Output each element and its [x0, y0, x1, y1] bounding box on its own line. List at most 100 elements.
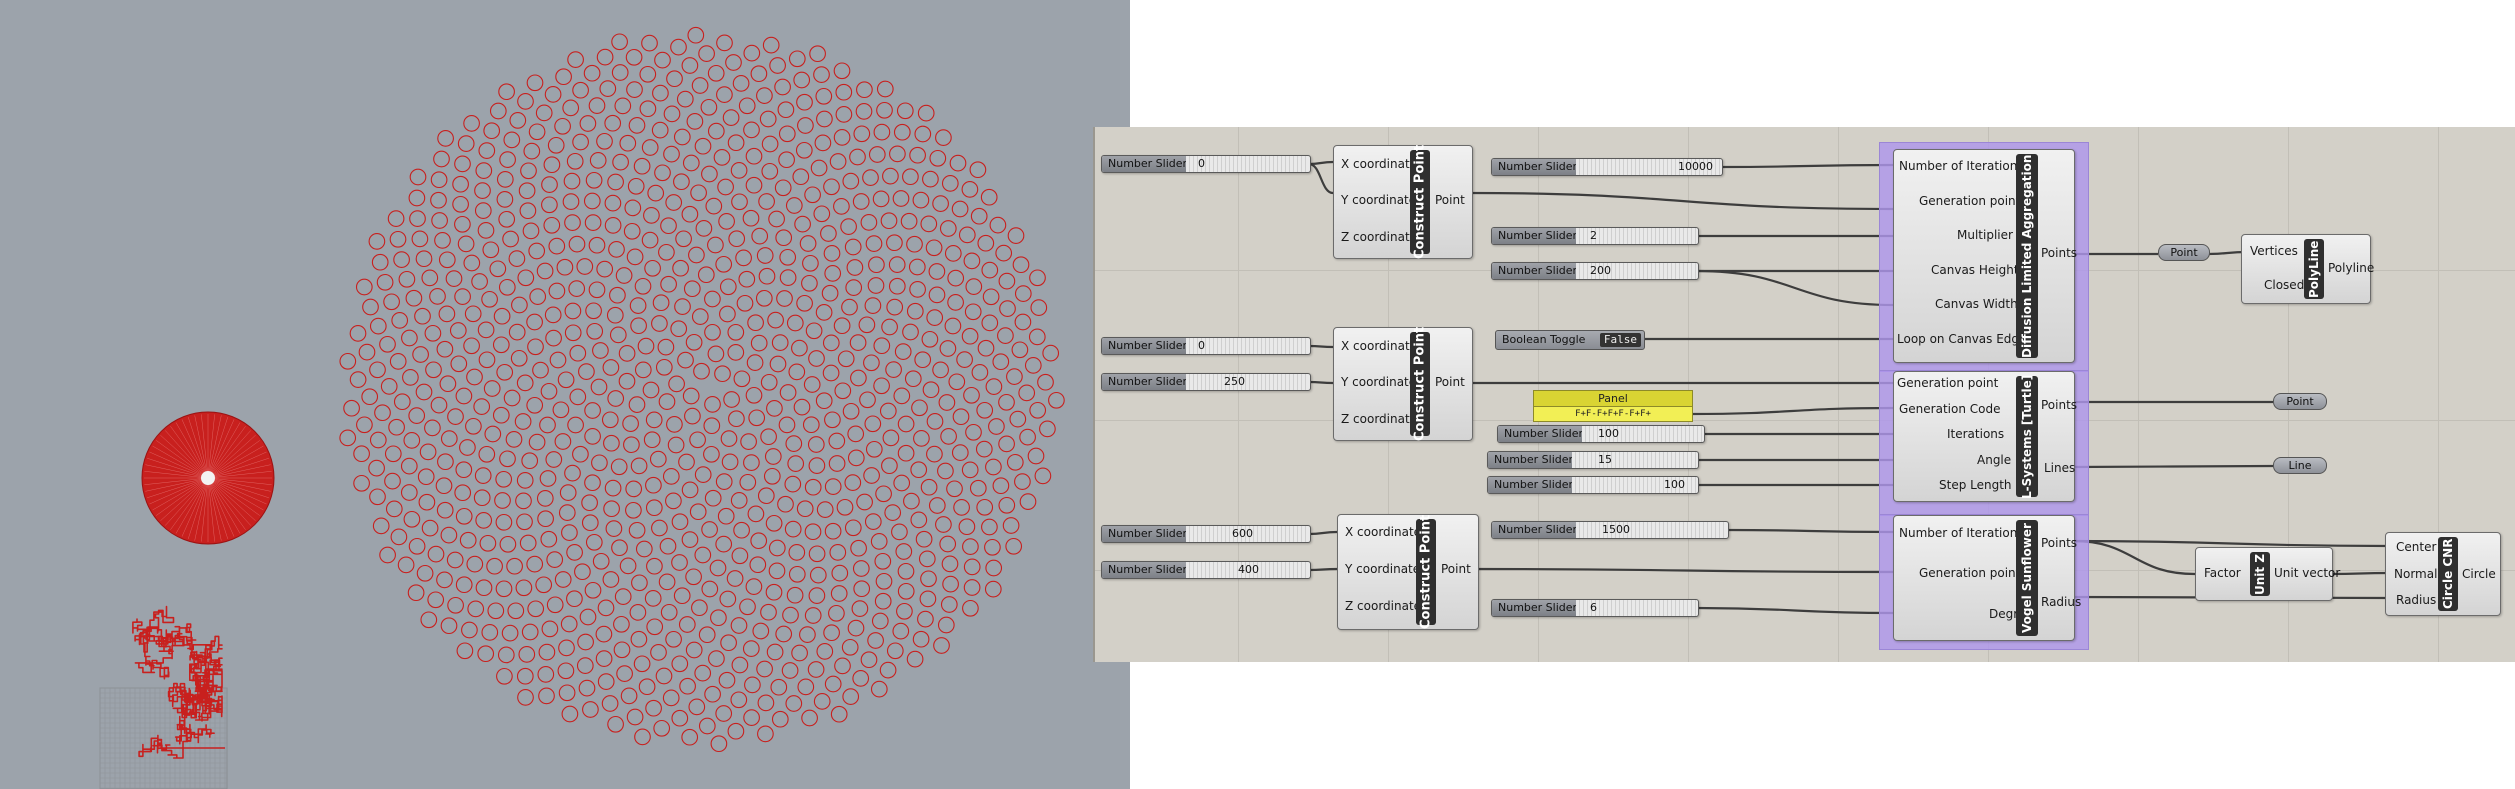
grasshopper-canvas[interactable]: Number Slider 0 Number Slider 10000 Numb…	[1093, 127, 2515, 662]
sunflower-circle	[912, 191, 930, 209]
input-x-coordinate[interactable]: X coordinate	[1345, 525, 1421, 539]
output-points[interactable]: Points	[2041, 536, 2077, 550]
input-z-coordinate[interactable]: Z coordinate	[1341, 412, 1417, 426]
input-vertices[interactable]: Vertices	[2250, 244, 2298, 258]
input-loop-on-canvas-edge[interactable]: Loop on Canvas Edge	[1897, 332, 2026, 346]
input-canvas-height[interactable]: Canvas Height	[1931, 263, 2019, 277]
input-z-coordinate[interactable]: Z coordinate	[1341, 230, 1417, 244]
slider-lsys-iterations[interactable]: Number Slider 100	[1497, 425, 1705, 443]
input-multiplier[interactable]: Multiplier	[1957, 228, 2013, 242]
output-polyline[interactable]: Polyline	[2328, 261, 2374, 275]
input-center[interactable]: Center	[2396, 540, 2436, 554]
input-y-coordinate[interactable]: Y coordinate	[1341, 375, 1416, 389]
output-points[interactable]: Points	[2041, 246, 2077, 260]
input-normal[interactable]: Normal	[2394, 567, 2437, 581]
output-point[interactable]: Point	[1435, 193, 1465, 207]
input-y-coordinate[interactable]: Y coordinate	[1345, 562, 1420, 576]
diffusion-limited-aggregation-component[interactable]: Number of Iterations Generation point Mu…	[1893, 149, 2077, 363]
sunflower-circle	[497, 646, 515, 664]
slider-lsys-angle[interactable]: Number Slider 15	[1487, 451, 1699, 469]
sunflower-circle	[928, 497, 946, 514]
rhino-viewport[interactable]	[0, 0, 1130, 789]
slider-x3[interactable]: Number Slider 600	[1101, 525, 1311, 543]
l-systems-turtle-component[interactable]: Generation point Generation Code Iterati…	[1893, 371, 2077, 502]
sunflower-circle	[926, 309, 944, 326]
input-number-of-iterations[interactable]: Number of Iterations	[1899, 526, 2024, 540]
sunflower-circle	[739, 473, 757, 491]
slider-dla-multiplier[interactable]: Number Slider 2	[1491, 227, 1699, 245]
slider-track[interactable]	[1576, 522, 1726, 538]
output-unit-vector[interactable]: Unit vector	[2274, 566, 2340, 580]
input-step-length[interactable]: Step Length	[1939, 478, 2012, 492]
point-param[interactable]: Point	[2273, 393, 2327, 410]
circle-cnr-component[interactable]: Center Normal Radius Circle CNR Circle	[2385, 532, 2501, 616]
panel-content[interactable]: F+F-F+F+F-F+F+	[1533, 406, 1693, 422]
slider-y3[interactable]: Number Slider 400	[1101, 561, 1311, 579]
sunflower-circle	[867, 632, 884, 649]
output-radius[interactable]: Radius	[2041, 595, 2081, 609]
output-point[interactable]: Point	[1435, 375, 1465, 389]
sunflower-circle	[750, 532, 768, 550]
polyline-component[interactable]: Vertices Closed PolyLine Polyline	[2241, 234, 2374, 304]
sunflower-circle	[958, 518, 976, 536]
construct-point-component[interactable]: X coordinate Y coordinate Z coordinate C…	[1333, 145, 1473, 259]
input-number-of-iterations[interactable]: Number of Iterations	[1899, 159, 2024, 173]
input-radius[interactable]: Radius	[2396, 593, 2436, 607]
line-param[interactable]: Line	[2273, 457, 2327, 474]
toggle-value[interactable]: False	[1599, 333, 1641, 347]
input-iterations[interactable]: Iterations	[1947, 427, 2004, 441]
slider-dla-canvas[interactable]: Number Slider 200	[1491, 262, 1699, 280]
sunflower-circle	[881, 318, 898, 336]
slider-track[interactable]	[1186, 374, 1308, 390]
output-points[interactable]: Points	[2041, 398, 2077, 412]
output-point[interactable]: Point	[1441, 562, 1471, 576]
point-param[interactable]: Point	[2158, 244, 2210, 261]
sunflower-circle	[519, 202, 537, 220]
slider-vogel-degree[interactable]: Number Slider 6	[1491, 599, 1699, 617]
input-generation-point[interactable]: Generation point	[1919, 194, 2020, 208]
input-factor[interactable]: Factor	[2204, 566, 2241, 580]
boolean-toggle[interactable]: Boolean Toggle False	[1495, 330, 1645, 350]
sunflower-circle	[452, 175, 469, 193]
input-generation-point[interactable]: Generation point	[1897, 376, 1998, 390]
slider-vogel-iterations[interactable]: Number Slider 1500	[1491, 521, 1729, 539]
sunflower-circle	[736, 294, 754, 312]
sunflower-circle	[788, 565, 806, 583]
sunflower-circle	[718, 213, 735, 230]
input-x-coordinate[interactable]: X coordinate	[1341, 339, 1417, 353]
input-x-coordinate[interactable]: X coordinate	[1341, 157, 1417, 171]
construct-point-component[interactable]: X coordinate Y coordinate Z coordinate C…	[1337, 514, 1479, 630]
vogel-sunflower-component[interactable]: Number of Iterations Generation point De…	[1893, 515, 2081, 641]
slider-dla-iterations[interactable]: Number Slider 10000	[1491, 158, 1723, 176]
input-y-coordinate[interactable]: Y coordinate	[1341, 193, 1416, 207]
output-lines[interactable]: Lines	[2044, 461, 2075, 475]
panel-header[interactable]: Panel	[1533, 390, 1693, 407]
slider-lsys-step[interactable]: Number Slider 100	[1487, 476, 1699, 494]
slider-y2[interactable]: Number Slider 250	[1101, 373, 1311, 391]
input-angle[interactable]: Angle	[1977, 453, 2011, 467]
input-canvas-width[interactable]: Canvas Width	[1935, 297, 2018, 311]
slider-track[interactable]	[1572, 452, 1696, 468]
sunflower-circle	[697, 266, 715, 284]
sunflower-circle	[888, 256, 906, 273]
slider-x2[interactable]: Number Slider 0	[1101, 337, 1311, 355]
input-z-coordinate[interactable]: Z coordinate	[1345, 599, 1421, 613]
sunflower-circle	[750, 334, 768, 352]
sunflower-circle	[591, 454, 608, 472]
slider-x1[interactable]: Number Slider 0	[1101, 155, 1311, 173]
sunflower-circle	[585, 533, 603, 551]
construct-point-component[interactable]: X coordinate Y coordinate Z coordinate C…	[1333, 327, 1473, 441]
input-generation-code[interactable]: Generation Code	[1899, 402, 2000, 416]
sunflower-circle	[803, 376, 821, 393]
sunflower-circle	[693, 362, 710, 380]
input-generation-point[interactable]: Generation point	[1919, 566, 2020, 580]
sunflower-circle	[659, 537, 677, 555]
input-closed[interactable]: Closed	[2264, 278, 2304, 292]
output-circle[interactable]: Circle	[2462, 567, 2496, 581]
sunflower-circle	[356, 416, 373, 434]
sunflower-circle	[742, 640, 760, 657]
sunflower-circle	[613, 615, 630, 633]
unit-z-component[interactable]: Factor Unit Z Unit vector	[2195, 547, 2340, 601]
sunflower-circle	[947, 294, 964, 311]
wire	[1308, 160, 1334, 166]
